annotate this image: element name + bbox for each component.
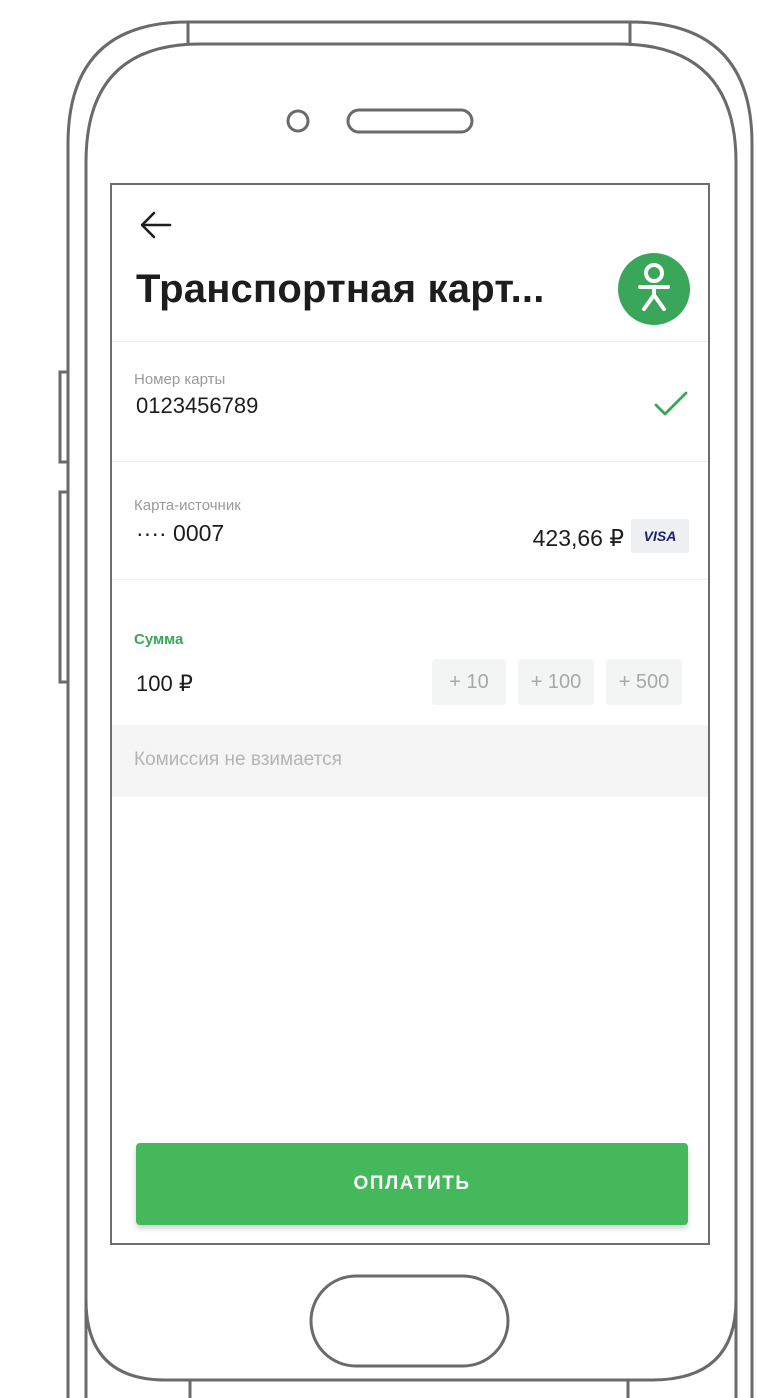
- source-card-value[interactable]: ···· 0007: [136, 520, 224, 547]
- checkmark-icon: [654, 391, 688, 416]
- app-screen: Транспортная карт... Номер карты 0123456…: [110, 183, 710, 1245]
- divider: [112, 461, 708, 462]
- source-card-label: Карта-источник: [134, 497, 241, 514]
- pay-button[interactable]: ОПЛАТИТЬ: [136, 1143, 688, 1225]
- source-card-balance: 423,66 ₽: [532, 525, 624, 551]
- card-number-label: Номер карты: [134, 371, 226, 388]
- divider: [112, 579, 708, 580]
- divider: [112, 341, 708, 342]
- page-title: Транспортная карт...: [136, 267, 545, 311]
- amount-input[interactable]: 100 ₽: [136, 671, 193, 697]
- amount-label: Сумма: [134, 631, 184, 648]
- quick-add-100-button[interactable]: + 100: [518, 659, 594, 705]
- quick-add-500-button[interactable]: + 500: [606, 659, 682, 705]
- arrow-left-icon[interactable]: [138, 207, 174, 243]
- sberbank-person-logo-icon: [618, 253, 690, 325]
- card-number-value[interactable]: 0123456789: [136, 393, 258, 419]
- visa-badge: VISA: [631, 519, 689, 553]
- phone-mockup: Транспортная карт... Номер карты 0123456…: [0, 0, 758, 1398]
- quick-add-10-button[interactable]: + 10: [432, 659, 506, 705]
- commission-text: Комиссия не взимается: [134, 749, 342, 770]
